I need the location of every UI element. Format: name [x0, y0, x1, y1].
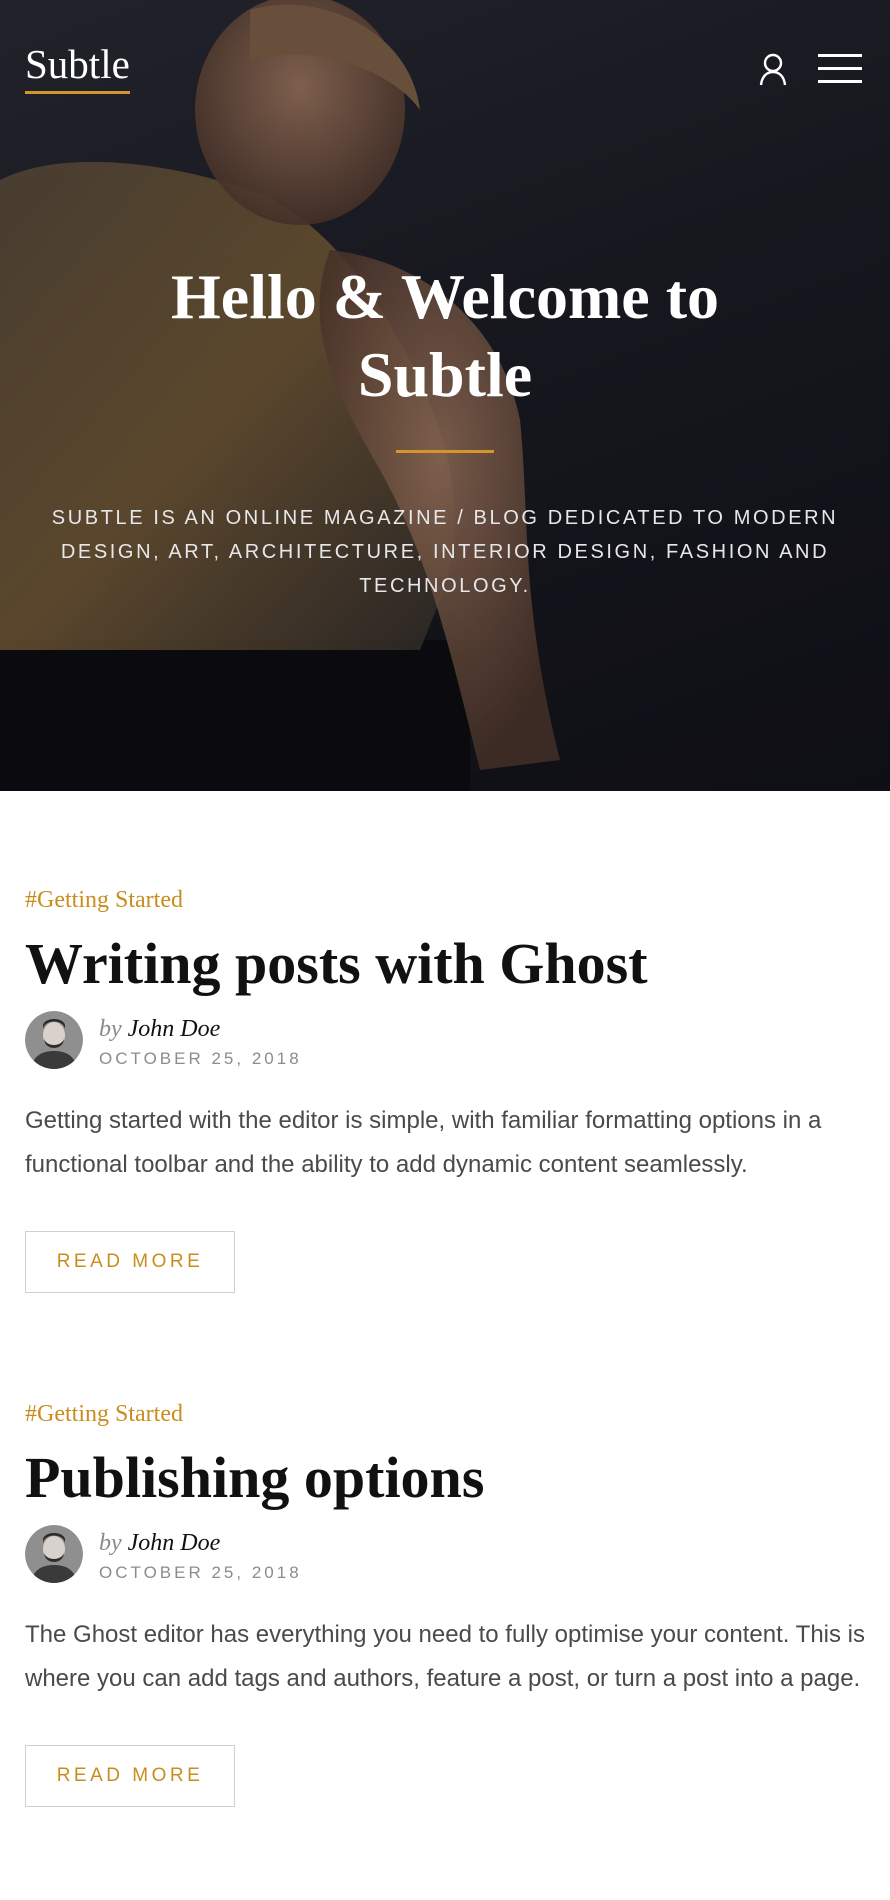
site-logo[interactable]: Subtle	[25, 44, 130, 94]
post-card: #Getting Started Writing posts with Ghos…	[25, 885, 865, 1293]
author-avatar[interactable]	[25, 1011, 83, 1069]
post-byline: by John Doe	[99, 1015, 220, 1043]
read-more-button[interactable]: READ MORE	[25, 1231, 235, 1293]
post-excerpt: Getting started with the editor is simpl…	[25, 1107, 822, 1178]
author-name[interactable]: John Doe	[128, 1016, 221, 1042]
hero-divider	[396, 450, 494, 453]
author-avatar[interactable]	[25, 1525, 83, 1583]
hero-title: Hello & Welcome to Subtle	[171, 261, 719, 410]
read-more-button[interactable]: READ MORE	[25, 1745, 235, 1807]
hero-description: SUBTLE IS AN ONLINE MAGAZINE / BLOG DEDI…	[51, 507, 839, 597]
post-meta: by John Doe OCTOBER 25, 2018	[25, 1525, 865, 1585]
author-name[interactable]: John Doe	[128, 1530, 221, 1556]
post-byline: by John Doe	[99, 1529, 220, 1557]
post-excerpt: The Ghost editor has everything you need…	[25, 1621, 865, 1692]
user-icon[interactable]	[756, 52, 790, 86]
byline-prefix: by	[99, 1016, 122, 1042]
post-tag[interactable]: #Getting Started	[25, 1399, 865, 1429]
post-title[interactable]: Publishing options	[25, 1443, 865, 1513]
post-date: OCTOBER 25, 2018	[99, 1563, 302, 1582]
hero-section: Subtle Hello & Welcome to Subtle SUBTLE …	[0, 0, 890, 791]
post-date: OCTOBER 25, 2018	[99, 1049, 302, 1068]
post-tag[interactable]: #Getting Started	[25, 885, 865, 915]
post-meta: by John Doe OCTOBER 25, 2018	[25, 1011, 865, 1071]
byline-prefix: by	[99, 1530, 122, 1556]
post-card: #Getting Started Publishing options by J…	[25, 1399, 865, 1807]
hamburger-menu-icon[interactable]	[818, 53, 862, 85]
post-title[interactable]: Writing posts with Ghost	[25, 929, 865, 999]
